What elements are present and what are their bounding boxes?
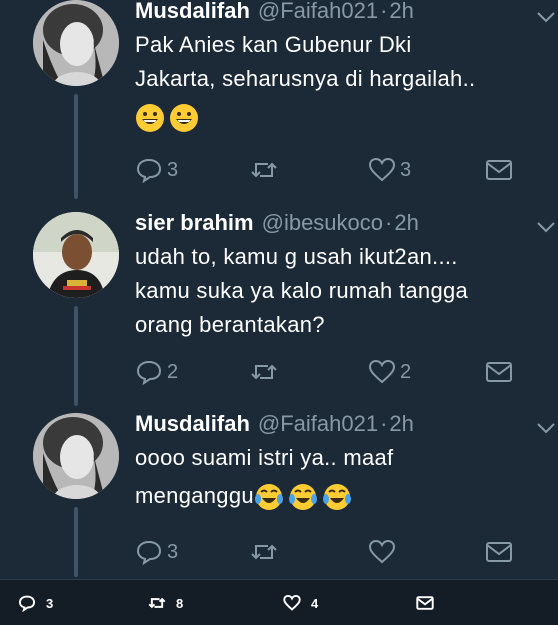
separator-dot: · <box>380 411 388 436</box>
user-handle[interactable]: @Faifah021 <box>258 411 378 436</box>
chevron-down-icon[interactable] <box>536 10 556 24</box>
reply-button[interactable]: 2 <box>135 357 178 387</box>
like-count: 3 <box>400 158 412 181</box>
like-button[interactable]: 3 <box>368 155 411 185</box>
direct-message-button[interactable] <box>485 537 513 567</box>
reply-count: 2 <box>167 360 179 383</box>
retweet-icon <box>251 364 277 380</box>
envelope-icon <box>486 160 512 180</box>
reply-icon <box>136 360 162 386</box>
tweet-text: udah to, kamu g usah ikut2an.... kamu su… <box>135 240 545 342</box>
reply-button[interactable]: 3 <box>135 537 178 567</box>
tweet-text-line: kamu suka ya kalo rumah tangga <box>135 278 469 303</box>
chevron-down-icon[interactable] <box>536 220 556 234</box>
tears-of-joy-icon <box>322 484 351 511</box>
tears-of-joy-icon <box>288 484 317 511</box>
bottom-retweet-count: 8 <box>176 595 184 611</box>
tweet-actions: 3 <box>135 537 525 567</box>
timestamp[interactable]: 2h <box>389 0 413 23</box>
retweet-button[interactable] <box>250 357 278 387</box>
heart-icon <box>368 539 396 564</box>
bottom-retweet-button[interactable]: 8 <box>148 594 183 612</box>
reply-icon <box>136 540 162 566</box>
bottom-reply-button[interactable]: 3 <box>18 594 53 612</box>
thread-line <box>74 507 78 577</box>
avatar[interactable] <box>33 413 119 499</box>
reply-icon <box>136 158 162 184</box>
tweet-header: sier brahim @ibesukoco·2h <box>135 209 419 237</box>
tweet-text: Pak Anies kan Gubenur Dki Jakarta, sehar… <box>135 28 545 134</box>
display-name[interactable]: Musdalifah <box>135 0 250 23</box>
retweet-button[interactable] <box>250 155 278 185</box>
separator-dot: · <box>385 210 393 235</box>
display-name[interactable]: sier brahim <box>135 210 254 235</box>
direct-message-button[interactable] <box>485 357 513 387</box>
bottom-reply-count: 3 <box>46 595 54 611</box>
bottom-action-bar: 3 8 4 <box>0 579 558 625</box>
envelope-icon <box>416 596 434 610</box>
heart-icon <box>368 359 396 384</box>
grinning-face-icon <box>136 104 164 133</box>
timestamp[interactable]: 2h <box>389 411 413 436</box>
tweet-text-line: udah to, kamu g usah ikut2an.... <box>135 244 458 269</box>
tweet-header: Musdalifah @Faifah021·2h <box>135 0 414 25</box>
display-name[interactable]: Musdalifah <box>135 411 250 436</box>
tweet-text: oooo suami istri ya.. maaf menganggu <box>135 441 545 513</box>
tweet-actions: 2 2 <box>135 357 525 387</box>
bottom-message-button[interactable] <box>416 594 444 612</box>
avatar[interactable] <box>33 0 119 86</box>
retweet-icon <box>251 162 277 178</box>
tears-of-joy-icon <box>254 484 283 511</box>
separator-dot: · <box>380 0 388 23</box>
heart-icon <box>283 594 301 611</box>
like-button[interactable]: 2 <box>368 357 411 387</box>
avatar-photo-icon <box>33 413 119 499</box>
user-handle[interactable]: @ibesukoco <box>262 210 383 235</box>
reply-count: 3 <box>167 158 179 181</box>
like-count: 2 <box>400 360 412 383</box>
reply-icon <box>18 595 36 612</box>
like-button[interactable] <box>368 537 396 567</box>
retweet-button[interactable] <box>250 537 278 567</box>
bottom-like-count: 4 <box>311 595 319 611</box>
envelope-icon <box>486 362 512 382</box>
thread-line <box>74 306 78 406</box>
avatar-photo-icon <box>33 212 119 298</box>
avatar[interactable] <box>33 212 119 298</box>
avatar-photo-icon <box>33 0 119 86</box>
tweet-text-line: oooo suami istri ya.. maaf <box>135 445 394 470</box>
retweet-icon <box>251 544 277 560</box>
grinning-face-icon <box>170 104 198 133</box>
thread-line <box>74 94 78 199</box>
reply-count: 3 <box>167 540 179 563</box>
tweet-actions: 3 3 <box>135 155 525 185</box>
chevron-down-icon[interactable] <box>536 421 556 435</box>
envelope-icon <box>486 542 512 562</box>
heart-icon <box>368 157 396 182</box>
bottom-like-button[interactable]: 4 <box>283 594 318 612</box>
tweet-text-line: menganggu <box>135 483 254 508</box>
retweet-icon <box>148 597 166 609</box>
tweet-text-line: Pak Anies kan Gubenur Dki <box>135 32 412 57</box>
tweet-text-line: orang berantakan? <box>135 312 325 337</box>
tweet-text-line: Jakarta, seharusnya di hargailah.. <box>135 66 476 91</box>
reply-button[interactable]: 3 <box>135 155 178 185</box>
timestamp[interactable]: 2h <box>394 210 418 235</box>
tweet-header: Musdalifah @Faifah021·2h <box>135 410 414 438</box>
direct-message-button[interactable] <box>485 155 513 185</box>
user-handle[interactable]: @Faifah021 <box>258 0 378 23</box>
